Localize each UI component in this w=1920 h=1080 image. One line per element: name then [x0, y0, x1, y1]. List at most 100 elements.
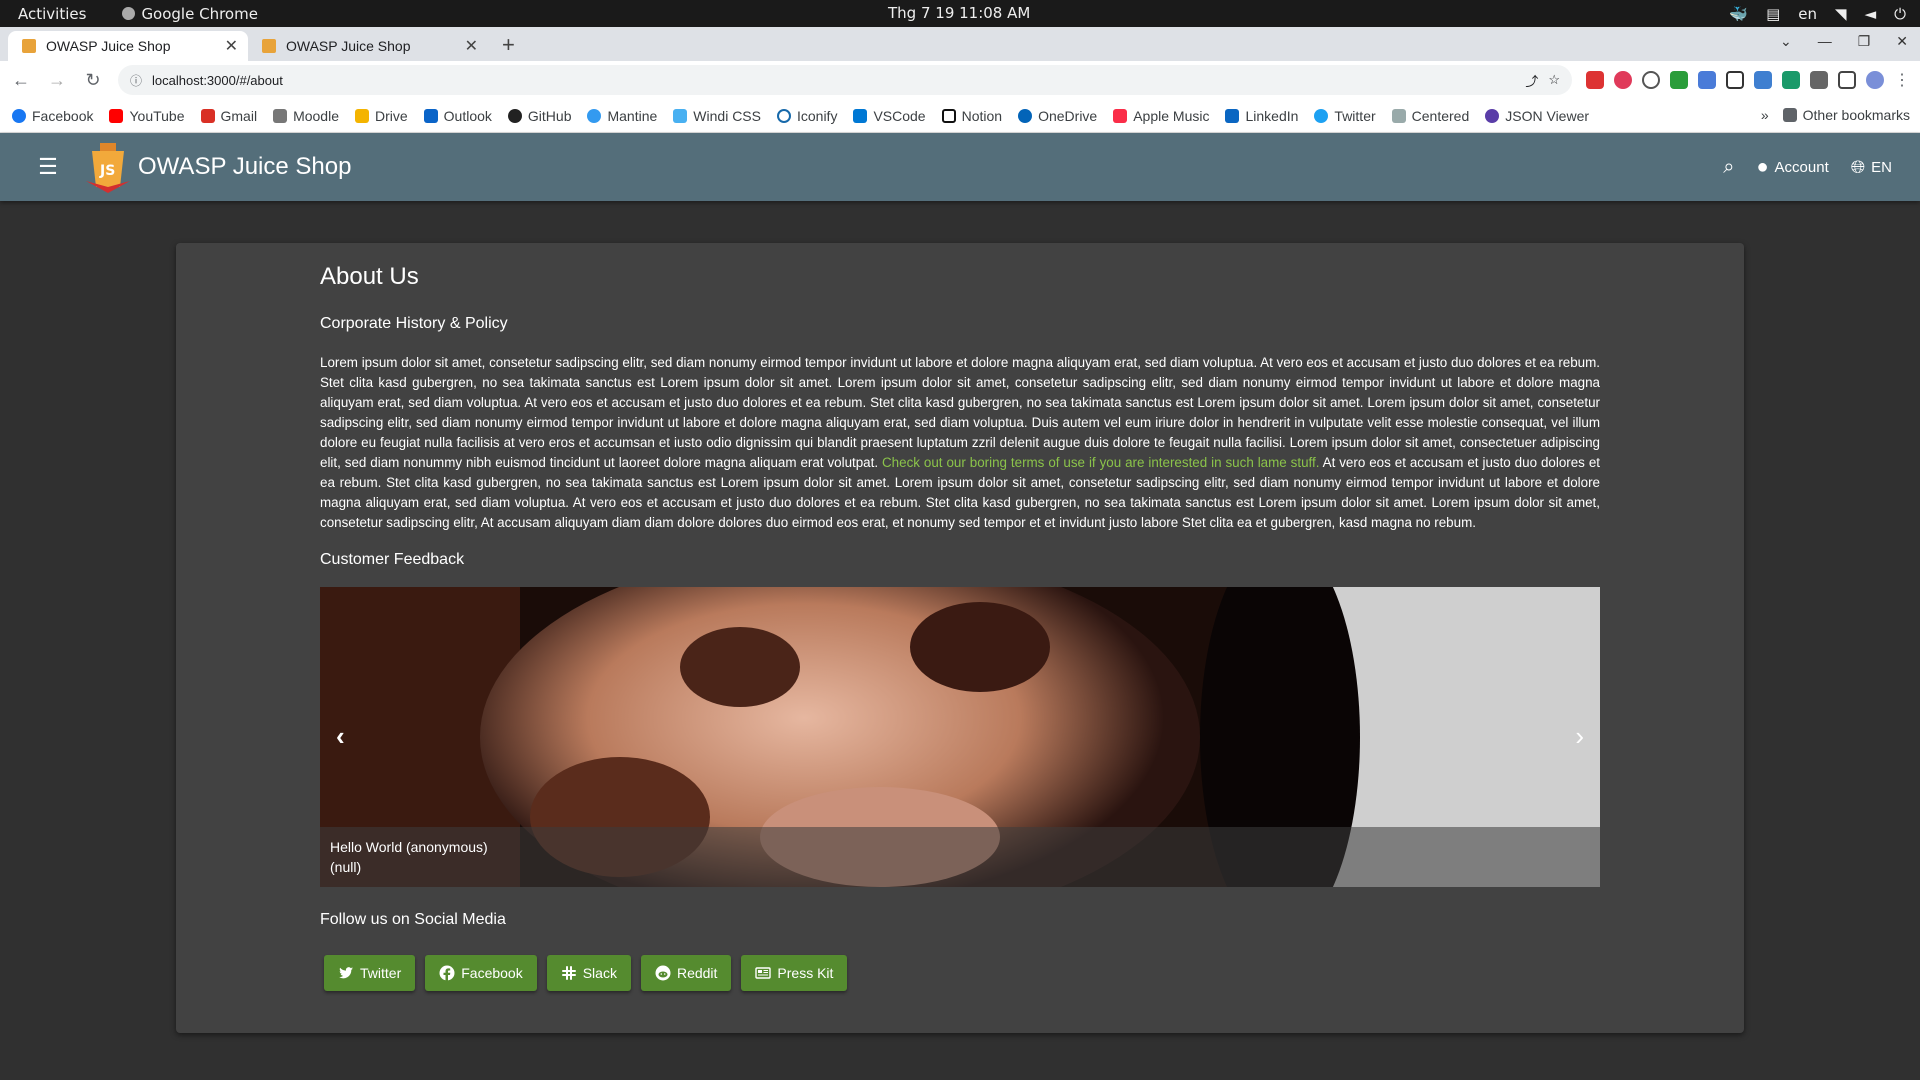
forward-icon[interactable]: →	[46, 70, 68, 91]
linkedin-icon	[1225, 108, 1240, 123]
bookmark-vscode[interactable]: VSCode	[853, 108, 926, 124]
new-tab-button[interactable]: +	[502, 32, 515, 58]
bookmark-twitter[interactable]: Twitter	[1314, 108, 1376, 124]
facebook-icon	[439, 965, 455, 981]
corporate-history-heading: Corporate History & Policy	[320, 315, 508, 332]
site-info-icon[interactable]: ⓘ	[130, 72, 142, 89]
extensions-puzzle-icon[interactable]	[1810, 71, 1828, 89]
tab-search-icon[interactable]: ⌄	[1780, 33, 1792, 50]
press-kit-button[interactable]: Press Kit	[741, 955, 848, 991]
share-icon[interactable]: ⤴	[1525, 71, 1538, 90]
system-tray[interactable]: 🐳 ▤ en ◥ ◄ ⏻	[1729, 0, 1906, 27]
juice-shop-favicon	[262, 39, 276, 53]
search-icon[interactable]: ⌕	[1723, 156, 1734, 179]
close-icon[interactable]: ✕	[225, 36, 238, 56]
bookmark-linkedin[interactable]: LinkedIn	[1225, 108, 1298, 124]
chrome-menu-icon[interactable]: ⋮	[1894, 70, 1910, 90]
bookmark-centered[interactable]: Centered	[1391, 108, 1469, 124]
drive-icon	[354, 108, 369, 123]
windicss-icon	[673, 108, 688, 123]
twitter-button[interactable]: Twitter	[324, 955, 416, 991]
extension-icon[interactable]	[1782, 71, 1800, 89]
juice-shop-logo[interactable]: JS	[86, 141, 130, 193]
bookmark-drive[interactable]: Drive	[354, 108, 408, 124]
reddit-button[interactable]: Reddit	[640, 955, 732, 991]
chevron-right-icon[interactable]: ›	[1575, 721, 1584, 752]
bookmark-outlook[interactable]: Outlook	[423, 108, 492, 124]
tab-title: OWASP Juice Shop	[46, 38, 171, 54]
terms-of-use-link[interactable]: Check out our boring terms of use if you…	[882, 455, 1319, 470]
browser-toolbar: ← → ↻ ⓘ localhost:3000/#/about ⤴ ☆ ⋮	[0, 61, 1920, 99]
bookmark-json-viewer[interactable]: JSON Viewer	[1485, 108, 1589, 124]
minimize-button[interactable]: —	[1818, 33, 1832, 50]
page-title: About Us	[320, 263, 419, 290]
other-bookmarks-folder[interactable]: Other bookmarks	[1782, 107, 1910, 123]
centered-icon	[1391, 108, 1406, 123]
extension-icon[interactable]	[1754, 71, 1772, 89]
feedback-comment: Hello World (anonymous)	[330, 839, 488, 855]
side-panel-icon[interactable]	[1838, 71, 1856, 89]
account-button[interactable]: ● Account	[1756, 156, 1828, 179]
bookmark-star-icon[interactable]: ☆	[1548, 72, 1560, 88]
bookmark-notion[interactable]: Notion	[941, 108, 1002, 124]
url-text: localhost:3000/#/about	[152, 72, 283, 88]
slack-icon	[561, 966, 576, 980]
hamburger-menu-icon[interactable]: ☰	[28, 154, 68, 180]
active-app-menu[interactable]: Google Chrome	[122, 5, 258, 23]
bookmark-mantine[interactable]: Mantine	[587, 108, 657, 124]
extension-icon[interactable]	[1614, 71, 1632, 89]
about-card: About Us Corporate History & Policy Lore…	[176, 243, 1744, 1033]
address-bar[interactable]: ⓘ localhost:3000/#/about ⤴ ☆	[118, 65, 1572, 95]
close-window-button[interactable]: ✕	[1896, 33, 1908, 50]
account-circle-icon: ●	[1756, 155, 1769, 178]
keyboard-language[interactable]: en	[1798, 5, 1817, 23]
clock[interactable]: Thg 7 19 11:08 AM	[888, 4, 1030, 22]
mantine-icon	[587, 108, 602, 123]
bookmark-moodle[interactable]: Moodle	[273, 108, 339, 124]
back-icon[interactable]: ←	[10, 70, 32, 91]
tab-owasp-2[interactable]: OWASP Juice Shop ✕	[248, 31, 488, 61]
vscode-icon	[853, 108, 868, 123]
bookmark-gmail[interactable]: Gmail	[200, 108, 257, 124]
newspaper-icon	[755, 967, 772, 979]
bookmark-facebook[interactable]: Facebook	[12, 108, 93, 124]
chevron-double-right-icon[interactable]: »	[1761, 107, 1769, 123]
activities-button[interactable]: Activities	[0, 5, 86, 23]
facebook-button[interactable]: Facebook	[425, 955, 537, 991]
bookmark-windicss[interactable]: Windi CSS	[673, 108, 761, 124]
language-button[interactable]: 🌐︎ EN	[1851, 157, 1892, 178]
bookmark-github[interactable]: GitHub	[507, 108, 571, 124]
maximize-button[interactable]: ❐	[1858, 33, 1871, 50]
wifi-icon: ◥	[1835, 4, 1847, 23]
bookmark-apple-music[interactable]: Apple Music	[1113, 108, 1209, 124]
reddit-icon	[655, 965, 671, 981]
volume-icon: ◄	[1864, 4, 1877, 23]
folder-icon	[1782, 108, 1797, 122]
moodle-icon	[273, 108, 288, 123]
reload-icon[interactable]: ↻	[82, 70, 104, 91]
browser-tab-strip: OWASP Juice Shop ✕ OWASP Juice Shop ✕ + …	[0, 27, 1920, 61]
os-top-bar: Activities Google Chrome Thg 7 19 11:08 …	[0, 0, 1920, 27]
bookmark-onedrive[interactable]: OneDrive	[1018, 108, 1097, 124]
tab-owasp-1[interactable]: OWASP Juice Shop ✕	[8, 31, 248, 61]
extension-icon[interactable]	[1698, 71, 1716, 89]
gmail-icon	[200, 108, 215, 123]
feedback-carousel[interactable]: ‹ › Hello World (anonymous) (null)	[320, 587, 1600, 887]
juice-shop-favicon	[22, 39, 36, 53]
tab-title: OWASP Juice Shop	[286, 38, 411, 54]
app-toolbar-actions: ⌕ ● Account 🌐︎ EN	[1723, 133, 1892, 201]
profile-avatar[interactable]	[1866, 71, 1884, 89]
onedrive-icon	[1018, 108, 1033, 123]
extension-icon[interactable]	[1642, 71, 1660, 89]
app-title[interactable]: OWASP Juice Shop	[138, 153, 351, 181]
extension-icon[interactable]	[1726, 71, 1744, 89]
youtube-icon	[109, 108, 124, 123]
bookmark-iconify[interactable]: Iconify	[776, 108, 837, 124]
close-icon[interactable]: ✕	[465, 36, 478, 56]
extension-icon[interactable]	[1586, 71, 1604, 89]
chrome-icon	[122, 7, 136, 20]
bookmark-youtube[interactable]: YouTube	[109, 108, 185, 124]
chevron-left-icon[interactable]: ‹	[336, 721, 345, 752]
slack-button[interactable]: Slack	[546, 955, 631, 991]
extension-icon[interactable]	[1670, 71, 1688, 89]
